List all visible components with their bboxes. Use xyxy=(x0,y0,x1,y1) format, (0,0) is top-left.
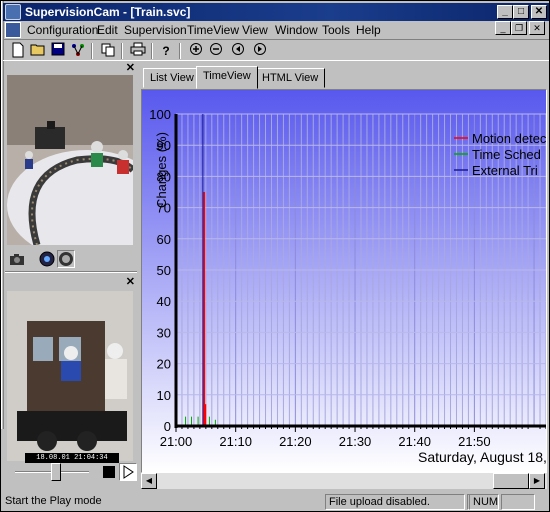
scrollbar-thumb[interactable] xyxy=(493,473,529,489)
splitter[interactable] xyxy=(1,1,4,429)
menu-tools[interactable]: Tools xyxy=(322,23,350,37)
legend-entry: Motion detec xyxy=(472,131,546,146)
close-playback-pane-icon[interactable]: ✕ xyxy=(126,275,135,288)
menu-help[interactable]: Help xyxy=(356,23,381,37)
y-tick-label: 40 xyxy=(157,294,171,309)
y-tick-label: 20 xyxy=(157,357,171,372)
status-bar: Start the Play mode File upload disabled… xyxy=(3,493,549,511)
document-icon[interactable] xyxy=(5,22,21,38)
camera-pane-header: ✕ xyxy=(5,62,137,74)
playback-view xyxy=(7,291,133,461)
playback-slider-thumb[interactable] xyxy=(51,463,61,481)
x-tick-label: 21:30 xyxy=(339,434,372,449)
scroll-right-button[interactable]: ▶ xyxy=(529,473,545,489)
y-tick-label: 60 xyxy=(157,232,171,247)
live-camera-view xyxy=(7,75,133,245)
camera-controls xyxy=(7,249,133,269)
zoom-in-icon[interactable] xyxy=(187,42,205,60)
toolbar: ? xyxy=(3,39,549,61)
print-icon[interactable] xyxy=(129,42,147,60)
close-button[interactable]: ✕ xyxy=(531,5,547,19)
chart-svg: 010203040506070809010021:00 21:10 21:20 21:… xyxy=(142,90,546,472)
status-message: Start the Play mode xyxy=(5,495,102,507)
title-bar[interactable]: SupervisionCam - [Train.svc] _ □ ✕ xyxy=(3,3,549,21)
minimize-button[interactable]: _ xyxy=(497,5,513,19)
menu-configuration[interactable]: Configuration xyxy=(27,23,98,37)
menu-bar: Configuration Edit Supervision TimeView … xyxy=(3,21,549,39)
x-tick-label: 21:50 xyxy=(458,434,491,449)
new-file-icon[interactable] xyxy=(9,42,27,60)
mdi-close-button[interactable]: ✕ xyxy=(529,21,545,35)
playback-pane-header: ✕ xyxy=(5,276,137,288)
play-button[interactable] xyxy=(119,463,137,481)
camera-icon[interactable] xyxy=(9,252,25,269)
open-folder-icon[interactable] xyxy=(29,42,47,60)
save-icon[interactable] xyxy=(49,42,67,60)
y-axis-label: Changes (%) xyxy=(154,132,169,208)
menu-view[interactable]: View xyxy=(242,23,268,37)
y-tick-label: 0 xyxy=(164,419,171,434)
menu-timeview[interactable]: TimeView xyxy=(187,23,239,37)
legend-entry: External Tri xyxy=(472,163,538,178)
tab-html-view[interactable]: HTML View xyxy=(255,68,326,88)
x-tick-label: 21:00 xyxy=(160,434,193,449)
playback-timestamp: 18.08.01 21:04:34 xyxy=(25,453,119,463)
y-tick-label: 10 xyxy=(157,388,171,403)
toolbar-separator xyxy=(179,43,181,59)
y-tick-label: 30 xyxy=(157,325,171,340)
window-title: SupervisionCam - [Train.svc] xyxy=(25,5,191,19)
toolbar-separator xyxy=(91,43,93,59)
horizontal-scrollbar[interactable]: ◀ ▶ xyxy=(141,473,547,489)
help-icon[interactable]: ? xyxy=(157,42,175,60)
tree-view-icon[interactable] xyxy=(69,42,87,60)
x-tick-label: 21:40 xyxy=(398,434,431,449)
num-lock-indicator: NUM xyxy=(469,494,499,510)
record-settings-icon[interactable] xyxy=(39,251,55,270)
tab-list-view[interactable]: List View xyxy=(143,68,201,88)
stop-icon[interactable] xyxy=(103,466,115,478)
zoom-out-icon[interactable] xyxy=(207,42,225,60)
timeview-chart[interactable]: 0 10 20 30 40 50 60 70 80 90 100 21:00 21:10 21:20 21:… xyxy=(141,89,547,473)
date-label: Saturday, August 18, xyxy=(418,449,546,465)
snapshot-icon[interactable] xyxy=(57,250,75,268)
scroll-left-button[interactable]: ◀ xyxy=(141,473,157,489)
menu-supervision[interactable]: Supervision xyxy=(124,23,187,37)
y-tick-label: 100 xyxy=(149,107,171,122)
close-camera-pane-icon[interactable]: ✕ xyxy=(126,61,135,74)
tab-timeview[interactable]: TimeView xyxy=(196,66,258,89)
app-icon xyxy=(5,4,21,20)
pane-separator xyxy=(5,271,137,273)
maximize-button[interactable]: □ xyxy=(513,5,529,19)
scroll-right-icon[interactable] xyxy=(251,42,269,60)
mdi-restore-button[interactable]: ❐ xyxy=(511,21,527,35)
legend-entry: Time Sched xyxy=(472,147,541,162)
toolbar-separator xyxy=(121,43,123,59)
upload-status: File upload disabled. xyxy=(325,494,465,510)
scroll-left-icon[interactable] xyxy=(229,42,247,60)
play-icon xyxy=(123,465,134,479)
y-tick-label: 50 xyxy=(157,263,171,278)
toolbar-separator xyxy=(151,43,153,59)
x-tick-label: 21:20 xyxy=(279,434,312,449)
x-tick-label: 21:10 xyxy=(219,434,252,449)
copy-icon[interactable] xyxy=(99,42,117,60)
scroll-lock-indicator xyxy=(501,494,535,510)
app-window: SupervisionCam - [Train.svc] _ □ ✕ Confi… xyxy=(0,0,550,512)
mdi-minimize-button[interactable]: _ xyxy=(495,21,511,35)
menu-edit[interactable]: Edit xyxy=(97,23,118,37)
menu-window[interactable]: Window xyxy=(275,23,318,37)
